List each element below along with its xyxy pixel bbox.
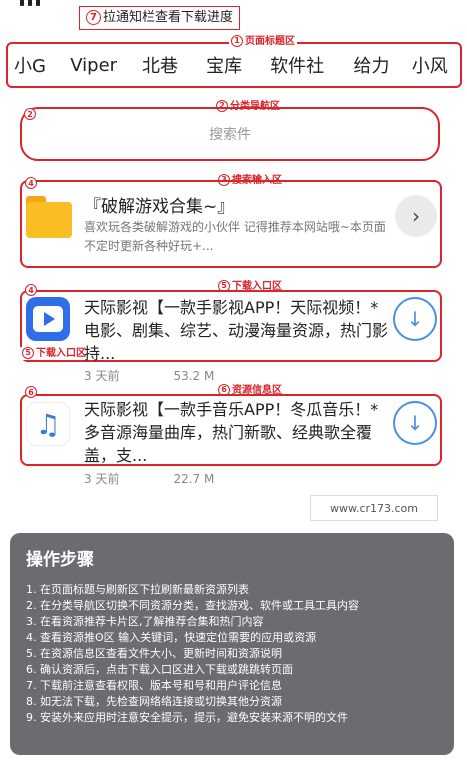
app-time: 3 天前 xyxy=(84,472,120,486)
app-meta: 3 天前 22.7 M xyxy=(84,470,268,487)
app-title[interactable]: 天际影视【一款手音乐APP！冬瓜音乐！*多音源海量曲库，热门新歌、经典歌全覆盖，… xyxy=(84,398,390,467)
collection-title: 『破解游戏合集~』 xyxy=(84,197,235,217)
step-item: 9. 安装外来应用时注意安全提示，提示，避免安装来源不明的文件 xyxy=(26,711,348,724)
annotation-number: 1 xyxy=(231,35,243,47)
menu-icon[interactable] xyxy=(20,0,42,6)
tab-item[interactable]: Viper xyxy=(64,55,134,76)
step-item: 7. 下载前注意查看权限、版本号和号和用户评论信息 xyxy=(26,679,282,692)
annotation-number: 4 xyxy=(25,284,37,296)
step-item: 6. 确认资源后，点击下载入口区进入下载或跳跳转页面 xyxy=(26,663,293,676)
tab-item[interactable]: 北巷 xyxy=(134,52,198,78)
steps-list: 1. 在页面标题与刷新区下拉刷新最新资源列表 2. 在分类导航区切换不同资源分类… xyxy=(26,582,438,726)
site-watermark: www.cr173.com xyxy=(310,495,438,521)
annotation-label: 页面标题区 xyxy=(245,36,295,47)
step-item: 4. 查看资源推ʘ区 输入关键词，快速定位需要的应用或资源 xyxy=(26,631,317,644)
annotation-number: 7 xyxy=(86,10,101,25)
download-icon[interactable]: ↓ xyxy=(393,297,437,341)
step-item: 2. 在分类导航区切换不同资源分类，查找游戏、软件或工具工具内容 xyxy=(26,599,359,612)
tab-item[interactable]: 给力 xyxy=(346,52,404,78)
app-time: 3 天前 xyxy=(84,369,120,383)
search-placeholder: 搜索件 xyxy=(209,127,251,143)
tab-item[interactable]: 宝库 xyxy=(198,52,262,78)
download-icon[interactable]: ↓ xyxy=(393,401,437,445)
step-item: 3. 在看资源推荐卡片区,了解推荐合集和热门内容 xyxy=(26,615,264,628)
app-title[interactable]: 天际影视【一款手影视APP！天际视频！*电影、剧集、综艺、动漫海量资源，热门影持… xyxy=(84,296,390,365)
step-item: 1. 在页面标题与刷新区下拉刷新最新资源列表 xyxy=(26,583,249,596)
app-meta: 3 天前 53.2 M xyxy=(84,367,268,384)
steps-panel: 操作步骤 1. 在页面标题与刷新区下拉刷新最新资源列表 2. 在分类导航区切换不… xyxy=(10,533,454,755)
step-item: 8. 如无法下载，先检查网络络连接或切换其他分资源 xyxy=(26,695,282,708)
folder-icon xyxy=(26,196,72,238)
tab-item[interactable]: 软件社 xyxy=(262,52,345,78)
annotation-number: 6 xyxy=(25,386,37,398)
collection-description: 喜欢玩各类破解游戏的小伙伴 记得推荐本网站哦~本页面不定时更新各种好玩+... xyxy=(84,220,386,253)
steps-title: 操作步骤 xyxy=(26,550,94,570)
annotation-tag-download-left: 5 下载入口区 xyxy=(20,347,88,360)
hint-text: 拉通知栏查看下载进度 xyxy=(103,10,234,25)
annotation-tag-tabs: 1 页面标题区 xyxy=(229,35,297,48)
annotation-label: 下载入口区 xyxy=(36,348,86,359)
step-item: 5. 在资源信息区查看文件大小、更新时间和资源说明 xyxy=(26,647,282,660)
search-input[interactable]: 搜索件 xyxy=(30,115,430,153)
app-size: 22.7 M xyxy=(173,472,215,486)
tab-item[interactable]: 小G xyxy=(6,52,64,78)
notification-hint: 7 拉通知栏查看下载进度 xyxy=(79,6,241,30)
music-app-icon[interactable]: ♫ xyxy=(26,402,70,446)
source-tabs: 小G Viper 北巷 宝库 软件社 给力 小风 xyxy=(6,42,462,88)
annotation-number: 4 xyxy=(25,177,37,189)
video-app-icon[interactable] xyxy=(26,297,70,341)
chevron-right-icon[interactable]: › xyxy=(395,195,437,237)
app-size: 53.2 M xyxy=(173,369,215,383)
tab-item[interactable]: 小风 xyxy=(404,52,462,78)
annotation-number: 5 xyxy=(22,347,34,359)
